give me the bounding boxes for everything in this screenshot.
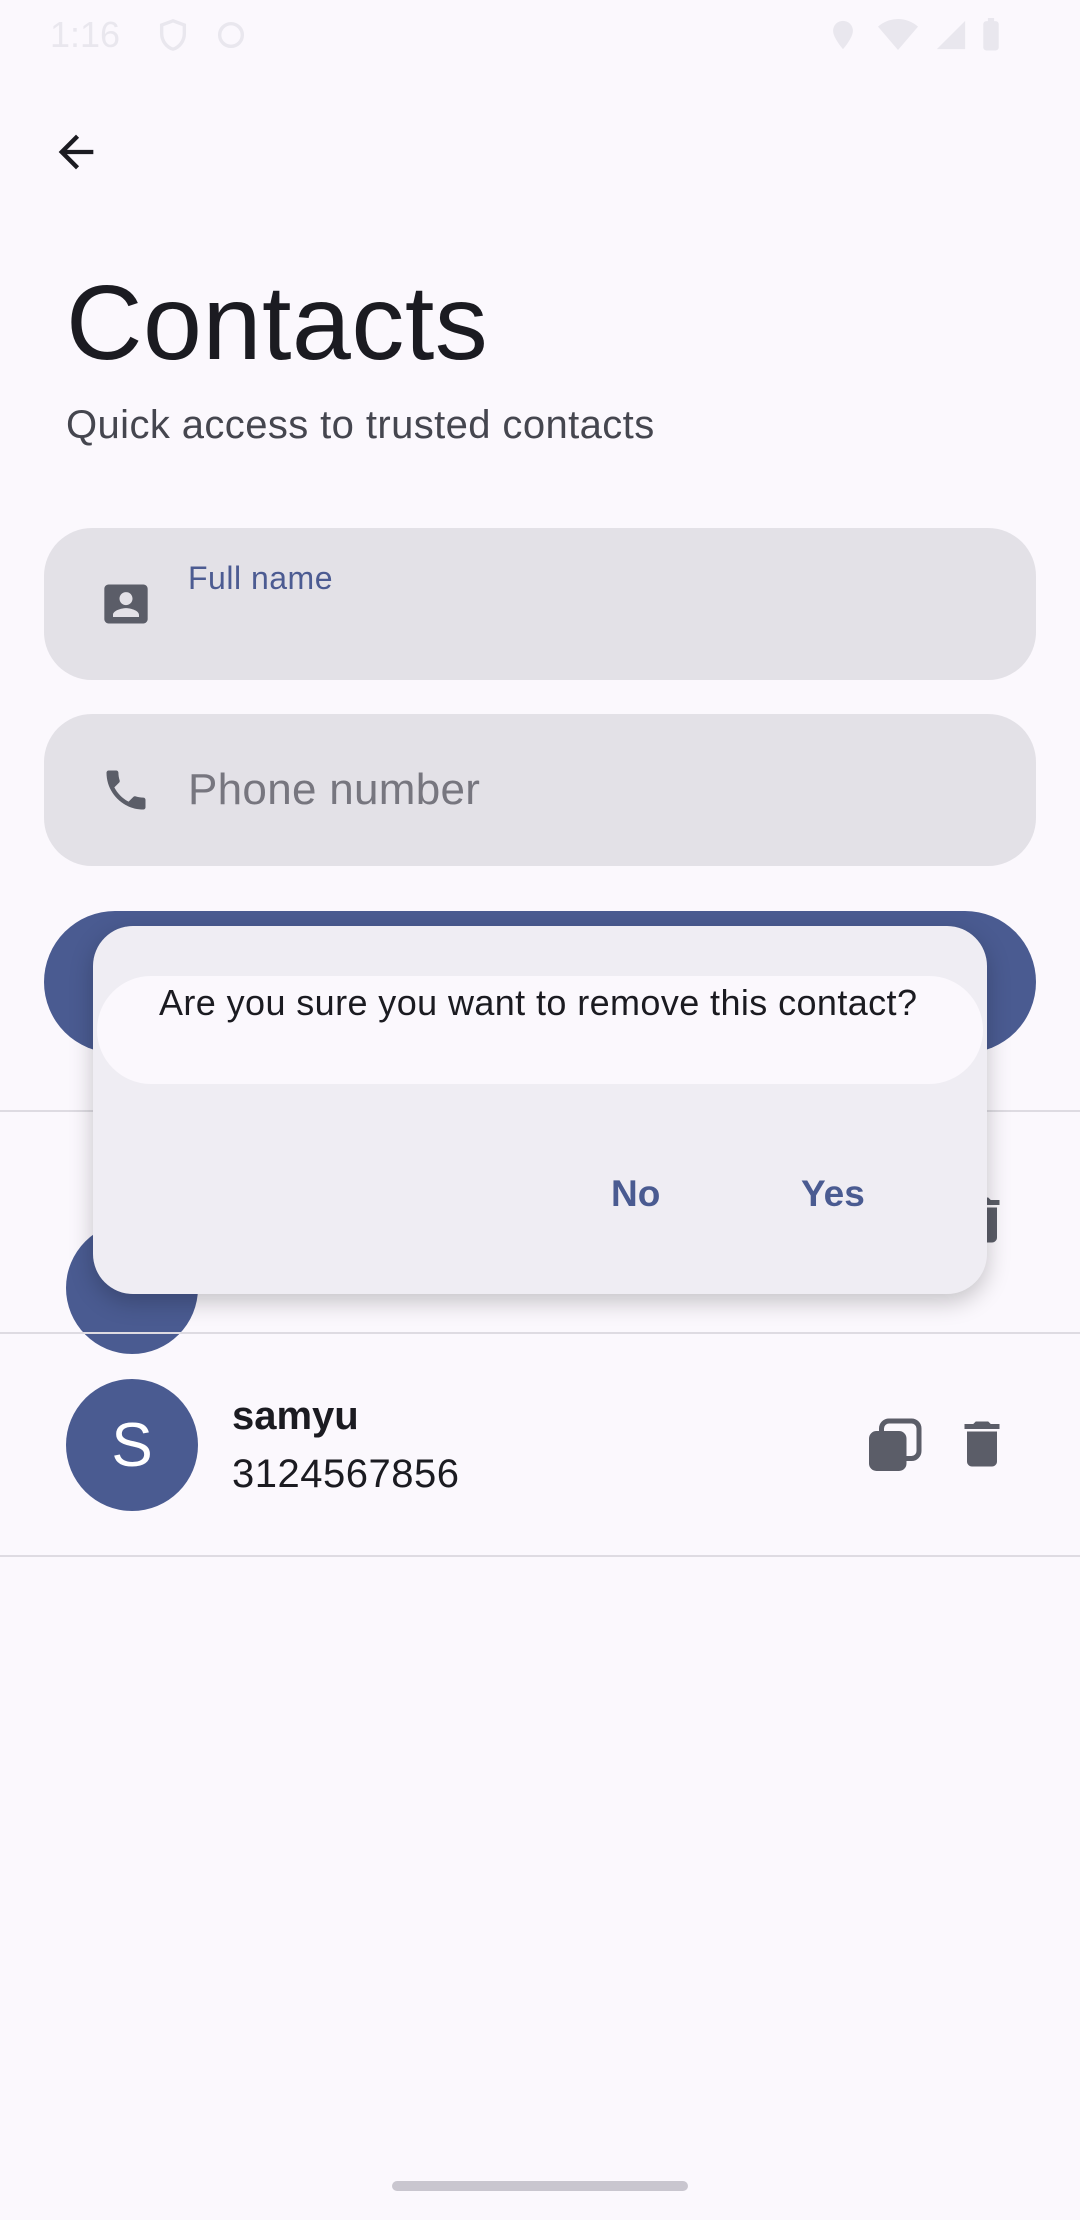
dialog-message: Are you sure you want to remove this con… bbox=[159, 982, 918, 1023]
home-indicator[interactable] bbox=[392, 2181, 688, 2191]
confirm-remove-dialog: Are you sure you want to remove this con… bbox=[93, 926, 987, 1294]
yes-button[interactable]: Yes bbox=[781, 1160, 885, 1228]
no-button[interactable]: No bbox=[591, 1160, 680, 1228]
